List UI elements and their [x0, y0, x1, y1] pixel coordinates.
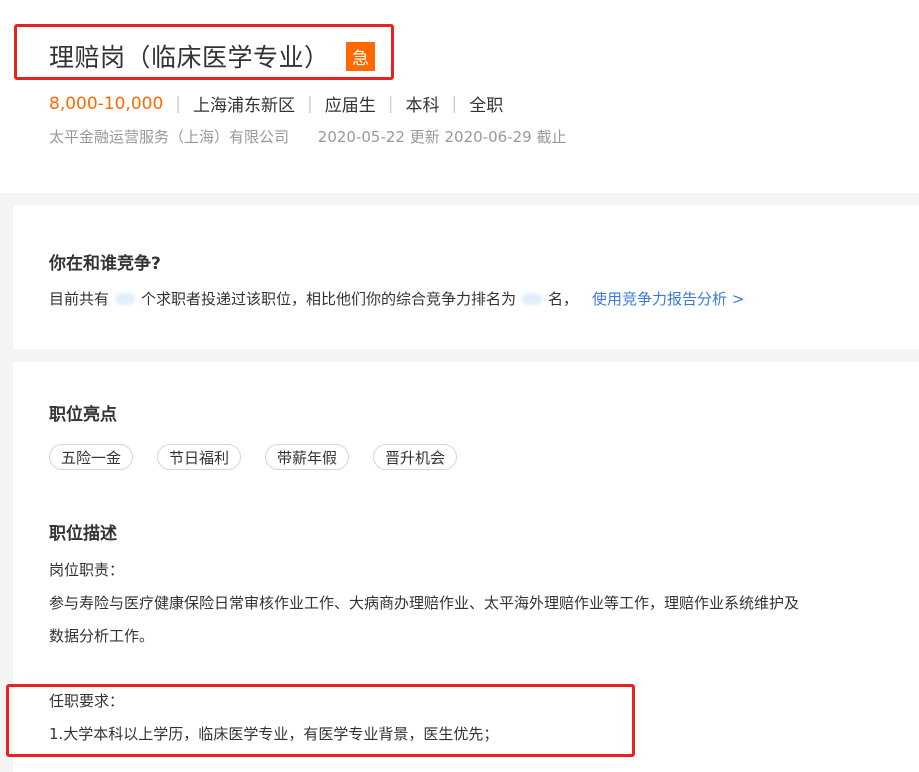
blurred-applicant-count: [115, 292, 136, 305]
separator: |: [387, 93, 394, 114]
company-row: 太平金融运营服务（上海）有限公司 2020-05-22 更新 2020-06-2…: [49, 126, 566, 147]
company-name[interactable]: 太平金融运营服务（上海）有限公司: [49, 128, 289, 146]
competition-heading: 你在和谁竞争?: [49, 254, 161, 274]
duties-line: 参与寿险与医疗健康保险日常审核作业工作、大病商办理赔作业、太平海外理赔作业等工作…: [49, 594, 800, 612]
job-type: 全职: [469, 96, 504, 116]
highlights-heading: 职位亮点: [49, 405, 117, 425]
duties-label: 岗位职责：: [49, 561, 125, 579]
highlight-tag: 带薪年假: [265, 444, 350, 470]
job-dates: 2020-05-22 更新 2020-06-29 截止: [317, 128, 567, 146]
requirements-highlight-box: [6, 684, 635, 757]
competition-text-part3: 名，: [548, 290, 579, 308]
title-highlight-box: [14, 24, 394, 80]
highlight-tag: 五险一金: [49, 444, 134, 470]
competition-text-part2: 个求职者投递过该职位，相比他们你的综合竞争力排名为: [141, 290, 517, 308]
competition-card: 你在和谁竞争? 目前共有 个求职者投递过该职位，相比他们你的综合竞争力排名为 名…: [13, 205, 919, 349]
description-heading: 职位描述: [49, 524, 117, 544]
separator: |: [451, 93, 458, 114]
separator: |: [307, 93, 313, 114]
competition-text-part1: 目前共有: [49, 290, 110, 308]
education: 本科: [405, 96, 440, 116]
location: 上海浦东新区: [193, 96, 296, 116]
highlight-tag: 节日福利: [157, 444, 242, 470]
job-meta: 8,000-10,000 | 上海浦东新区 | 应届生 | 本科 | 全职: [49, 91, 504, 117]
job-header: 理赔岗（临床医学专业） 急 8,000-10,000 | 上海浦东新区 | 应届…: [0, 0, 919, 193]
blurred-rank: [522, 292, 543, 305]
highlight-tags: 五险一金 节日福利 带薪年假 晋升机会: [49, 444, 481, 470]
highlight-tag: 晋升机会: [373, 444, 458, 470]
competition-report-link[interactable]: 使用竞争力报告分析 >: [592, 288, 744, 309]
experience: 应届生: [324, 96, 376, 116]
salary: 8,000-10,000: [49, 93, 164, 114]
competition-text: 目前共有 个求职者投递过该职位，相比他们你的综合竞争力排名为 名， 使用竞争力报…: [49, 288, 744, 309]
duties-line: 数据分析工作。: [49, 627, 155, 645]
separator: |: [175, 93, 182, 114]
